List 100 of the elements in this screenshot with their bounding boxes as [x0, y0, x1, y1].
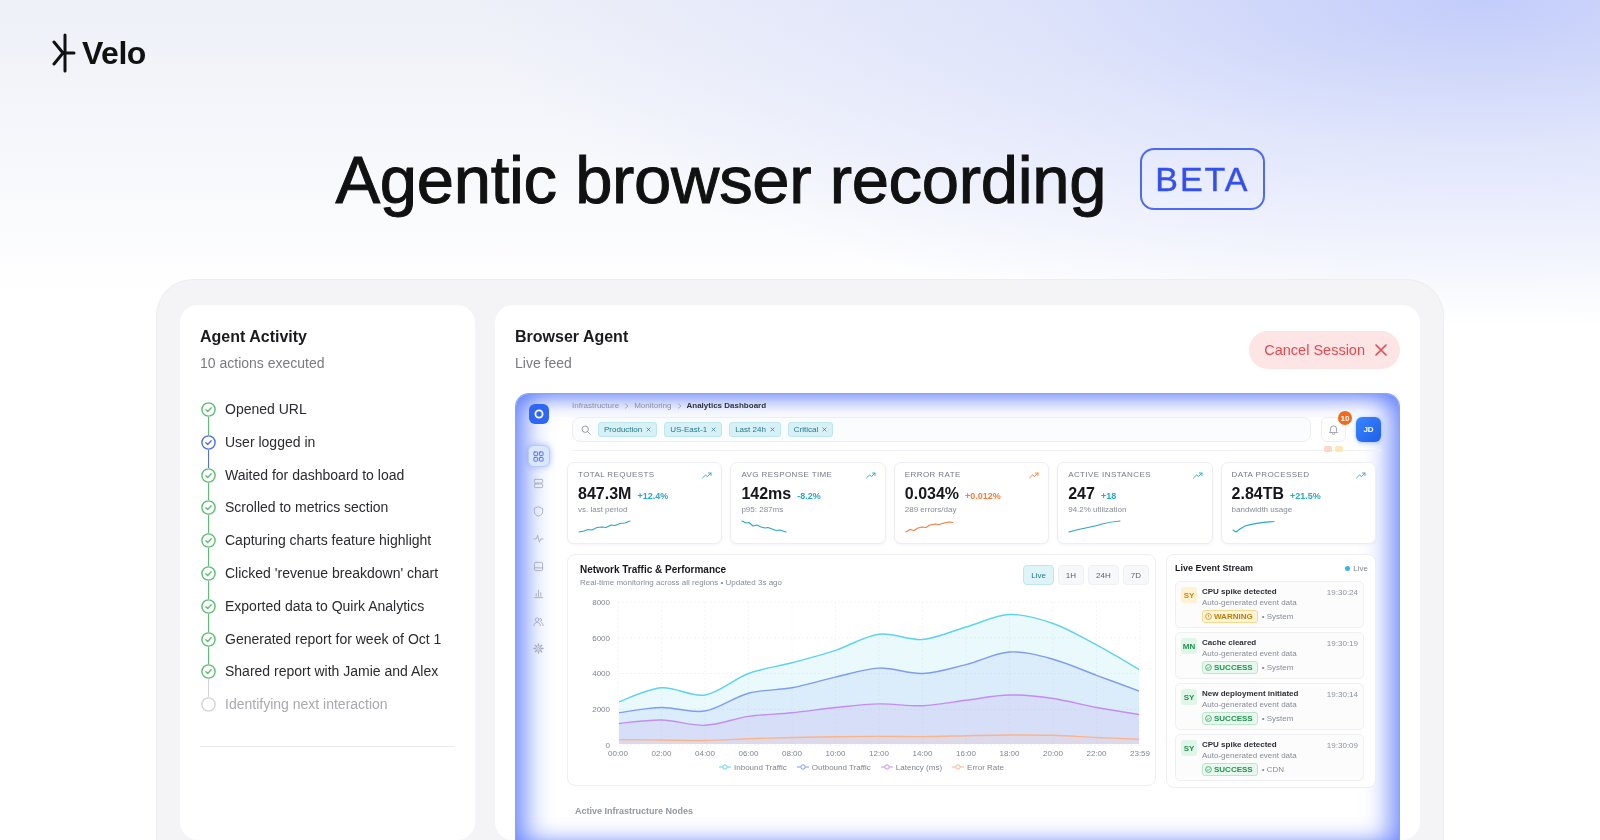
filter-chip[interactable]: US-East-1 — [664, 422, 723, 437]
metric-note: bandwidth usage — [1231, 505, 1294, 515]
event-source: • System — [1261, 663, 1294, 672]
axis-label: 18:00 — [999, 749, 1020, 758]
trend-icon — [702, 471, 713, 479]
filter-chip[interactable]: Critical — [787, 422, 834, 437]
event-title: CPU spike detected — [1202, 740, 1277, 750]
status-label: SUCCESS — [1214, 714, 1253, 723]
activity-icon — [533, 533, 544, 544]
logo-icon — [52, 33, 76, 73]
event-time: 19:30:24 — [1326, 587, 1358, 597]
check-icon — [1205, 715, 1212, 722]
bar-chart-icon — [533, 588, 544, 599]
app-logo-icon — [528, 404, 549, 424]
chevron-icon — [676, 403, 682, 409]
axis-label: 16:00 — [956, 749, 976, 758]
metric-note: vs. last period — [578, 505, 629, 515]
axis-label: 00:00 — [608, 749, 628, 758]
breadcrumb-link[interactable]: Infrastructure — [572, 400, 620, 412]
drive-icon — [533, 560, 544, 572]
metric-note: 94.2% utilization — [1068, 505, 1128, 515]
event-source: • System — [1261, 612, 1294, 621]
sidebar-button[interactable] — [527, 445, 550, 467]
user-avatar[interactable]: JD — [1356, 417, 1381, 442]
event-title: New deployment initiated — [1202, 689, 1299, 699]
timeline-connector — [207, 449, 210, 468]
range-tab[interactable]: 7D — [1122, 565, 1149, 585]
axis-label: 12:00 — [869, 749, 889, 758]
filter-chip[interactable]: Last 24h — [729, 422, 781, 437]
breadcrumb-link[interactable]: Monitoring — [634, 400, 672, 412]
metric-label: DATA PROCESSED — [1231, 470, 1310, 480]
metric-label: AVG RESPONSE TIME — [741, 470, 833, 480]
trend-icon — [1192, 471, 1203, 479]
card-title: Agent Activity — [200, 327, 308, 347]
metric-label: ACTIVE INSTANCES — [1068, 470, 1151, 480]
chart-title: Network Traffic & Performance — [580, 564, 728, 576]
event-title: Cache cleared — [1202, 638, 1257, 648]
event-avatar: MN — [1181, 638, 1197, 654]
metric-value: 142ms — [741, 484, 792, 503]
status-label: SUCCESS — [1214, 765, 1253, 774]
timeline-connector — [207, 613, 210, 632]
live-dot-icon — [1345, 565, 1351, 571]
close-icon — [1375, 343, 1387, 356]
event-avatar: SY — [1181, 689, 1197, 705]
legend-label: Inbound Traffic — [734, 762, 787, 772]
bell-icon — [1328, 424, 1339, 435]
axis-label: 8000 — [592, 597, 610, 607]
event-description: Auto-generated event data — [1202, 700, 1298, 710]
timeline-connector — [207, 515, 210, 534]
close-icon — [646, 427, 652, 432]
legend-label: Outbound Traffic — [811, 762, 871, 772]
check-icon — [1205, 664, 1212, 671]
axis-label: 10:00 — [825, 749, 846, 758]
cancel-session-button[interactable]: Cancel Session — [1249, 330, 1400, 369]
metric-note: 289 errors/day — [904, 505, 958, 515]
range-tab[interactable]: 1H — [1057, 565, 1085, 585]
metric-note: p95: 287ms — [741, 505, 785, 515]
timeline-connector — [207, 417, 210, 435]
card-subtitle: Live feed — [515, 354, 573, 372]
panel-title: Live Event Stream — [1175, 563, 1254, 573]
axis-label: 14:00 — [912, 749, 933, 758]
search-field[interactable]: Production US-East-1 Last 24h Critical — [572, 417, 1311, 442]
breadcrumb-link[interactable]: Analytics Dashboard — [686, 400, 767, 412]
status-label: WARNING — [1214, 612, 1253, 621]
legend-marker-icon — [952, 764, 965, 770]
close-icon — [769, 427, 775, 432]
event-description: Auto-generated event data — [1202, 649, 1298, 659]
axis-label: 04:00 — [695, 749, 715, 758]
trend-icon — [865, 471, 876, 479]
metric-change: +0.012% — [965, 491, 1001, 501]
metric-value: 2.84TB — [1231, 484, 1285, 503]
section-title: Active Infrastructure Nodes — [575, 806, 695, 816]
card-subtitle: 10 actions executed — [200, 354, 326, 372]
step-label: Opened URL — [225, 402, 307, 419]
settings-icon — [533, 643, 544, 654]
event-avatar: SY — [1181, 740, 1197, 756]
chart-subtitle: Real-time monitoring across all regions • Updated 3s ago — [580, 578, 782, 588]
close-icon — [711, 427, 717, 432]
event-description: Auto-generated event data — [1202, 598, 1298, 608]
check-icon — [1205, 766, 1212, 773]
axis-label: 0 — [605, 740, 610, 750]
grid-icon — [533, 450, 544, 462]
axis-label: 08:00 — [782, 749, 802, 758]
axis-label: 6000 — [592, 633, 610, 643]
range-tab[interactable]: Live — [1023, 565, 1054, 585]
event-source: • CDN — [1261, 765, 1285, 774]
step-label: Scrolled to metrics section — [225, 500, 389, 518]
axis-label: 22:00 — [1086, 749, 1107, 758]
metric-change: -8.2% — [797, 491, 821, 501]
live-status: Live — [1353, 563, 1368, 573]
legend-marker-icon — [796, 764, 809, 770]
brand-name: Velo — [82, 34, 146, 72]
users-icon — [533, 615, 544, 627]
metric-change: +21.5% — [1290, 491, 1321, 501]
axis-label: 4000 — [592, 669, 610, 679]
axis-label: 06:00 — [738, 749, 759, 758]
filter-chip[interactable]: Production — [598, 422, 658, 437]
step-label: Identifying next interaction — [225, 697, 388, 715]
range-tab[interactable]: 24H — [1088, 565, 1119, 585]
axis-label: 2000 — [592, 705, 610, 715]
